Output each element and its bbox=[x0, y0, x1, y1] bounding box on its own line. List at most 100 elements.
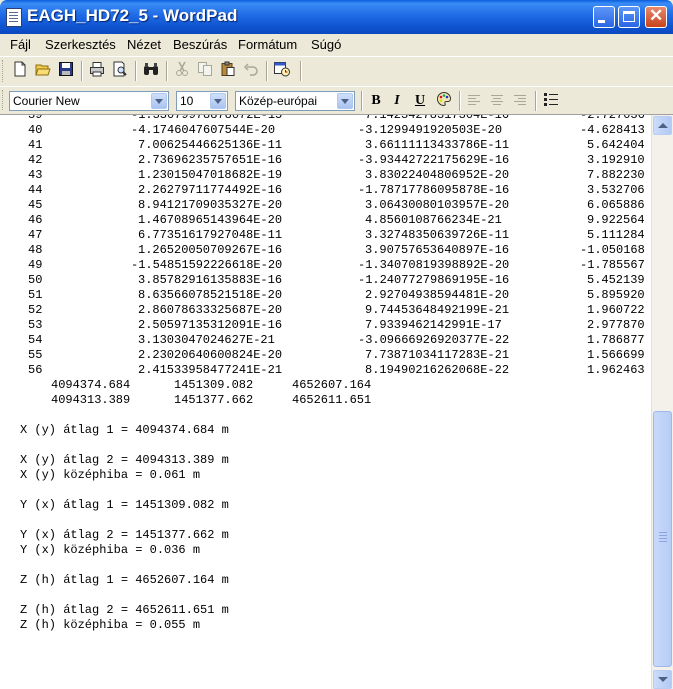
row-number: 39 bbox=[28, 115, 43, 122]
summary-line: Z (h) átlag 1 = 4652607.164 m bbox=[20, 573, 229, 587]
row-value-y: -3.93442722175629E-16 bbox=[358, 153, 510, 167]
row-number: 55 bbox=[28, 348, 43, 362]
data-row: 41 7.00625446625136E-11 3.66111113433786E-… bbox=[0, 138, 651, 153]
row-value-y: 3.32748350639726E-11 bbox=[365, 228, 510, 242]
find-button[interactable] bbox=[141, 61, 161, 81]
open-button[interactable] bbox=[33, 61, 53, 81]
row-value-y: 3.90757653640897E-16 bbox=[365, 243, 510, 257]
font-name-combo[interactable]: Courier New bbox=[9, 91, 169, 111]
align-center-icon[interactable] bbox=[491, 95, 503, 106]
summary-line: Z (h) átlag 2 = 4652611.651 m bbox=[20, 603, 229, 617]
menu-view[interactable]: Nézet bbox=[124, 36, 164, 53]
italic-button[interactable]: I bbox=[387, 91, 407, 111]
standard-toolbar bbox=[0, 56, 673, 87]
copy-icon bbox=[198, 62, 212, 76]
print-preview-button[interactable] bbox=[110, 61, 130, 81]
row-number: 46 bbox=[28, 213, 43, 227]
close-button[interactable]: ✕ bbox=[645, 6, 667, 28]
binoculars-icon bbox=[144, 63, 158, 75]
undo-icon bbox=[243, 63, 258, 76]
minimize-button[interactable] bbox=[593, 6, 615, 28]
scissors-icon bbox=[176, 61, 188, 76]
total-z: 4652607.164 bbox=[292, 378, 372, 392]
row-value-y: 9.74453648492199E-21 bbox=[365, 303, 510, 317]
total-x: 4094374.684 bbox=[51, 378, 131, 392]
chevron-down-icon[interactable] bbox=[151, 93, 167, 109]
row-value-x: 2.41533958477241E-21 bbox=[138, 363, 283, 377]
row-value-y: 2.92704938594481E-20 bbox=[365, 288, 510, 302]
row-value-z: 5.111284 bbox=[587, 228, 645, 242]
color-button[interactable] bbox=[434, 91, 454, 111]
row-value-y: 8.19490216262068E-22 bbox=[365, 363, 510, 377]
row-value-x: -4.1746047607544E-20 bbox=[131, 123, 276, 137]
chevron-down-icon[interactable] bbox=[210, 93, 226, 109]
toolbar-separator bbox=[361, 91, 363, 111]
menu-bar: Fájl Szerkesztés Nézet Beszúrás Formátum… bbox=[0, 34, 673, 55]
row-number: 47 bbox=[28, 228, 43, 242]
copy-button[interactable] bbox=[195, 61, 215, 81]
save-button[interactable] bbox=[56, 61, 76, 81]
toolbar-separator bbox=[459, 91, 461, 111]
menu-insert[interactable]: Beszúrás bbox=[170, 36, 230, 53]
data-row: 42 2.73696235757651E-16 -3.93442722175629E… bbox=[0, 153, 651, 168]
script-value: Közép-európai bbox=[239, 94, 318, 108]
row-value-y: -1.78717786095878E-16 bbox=[358, 183, 510, 197]
total-y: 1451377.662 bbox=[174, 393, 254, 407]
maximize-button[interactable] bbox=[618, 6, 640, 28]
vertical-scrollbar[interactable] bbox=[651, 115, 673, 689]
print-button[interactable] bbox=[87, 61, 107, 81]
cut-button[interactable] bbox=[172, 61, 192, 81]
row-number: 49 bbox=[28, 258, 43, 272]
scroll-up-arrow-icon[interactable] bbox=[653, 116, 672, 135]
toolbar-grip[interactable] bbox=[2, 90, 6, 110]
chevron-down-icon[interactable] bbox=[337, 93, 353, 109]
row-number: 44 bbox=[28, 183, 43, 197]
align-right-icon[interactable] bbox=[514, 95, 526, 106]
row-value-y: 3.83022404806952E-20 bbox=[365, 168, 510, 182]
row-number: 52 bbox=[28, 303, 43, 317]
title-bar[interactable]: EAGH_HD72_5 - WordPad ✕ bbox=[0, 0, 673, 34]
row-number: 51 bbox=[28, 288, 43, 302]
bold-button[interactable]: B bbox=[366, 91, 386, 111]
data-row: 51 8.63566078521518E-20 2.92704938594481E-… bbox=[0, 288, 651, 303]
toolbar-separator bbox=[300, 61, 302, 81]
toolbar-grip[interactable] bbox=[2, 60, 6, 82]
font-name-value: Courier New bbox=[13, 94, 80, 108]
data-row: 50 3.85782916135883E-16 -1.24077279869195E… bbox=[0, 273, 651, 288]
script-combo[interactable]: Közép-európai bbox=[235, 91, 355, 111]
bullets-button[interactable] bbox=[541, 91, 561, 111]
data-row: 49 -1.54851592226618E-20 -1.34070819398892… bbox=[0, 258, 651, 273]
row-value-z: 2.977870 bbox=[587, 318, 645, 332]
summary-line: X (y) középhiba = 0.061 m bbox=[20, 468, 201, 482]
data-row: 48 1.26520050709267E-16 3.90757653640897E-… bbox=[0, 243, 651, 258]
paste-button[interactable] bbox=[218, 61, 238, 81]
scrollbar-thumb[interactable] bbox=[653, 411, 672, 667]
insert-date-time-button[interactable] bbox=[272, 61, 292, 81]
row-number: 54 bbox=[28, 333, 43, 347]
row-value-x: 2.26279711774492E-16 bbox=[138, 183, 283, 197]
menu-edit[interactable]: Szerkesztés bbox=[42, 36, 119, 53]
row-value-y: -1.34070819398892E-20 bbox=[358, 258, 510, 272]
maximize-icon bbox=[623, 11, 635, 22]
align-left-icon[interactable] bbox=[468, 95, 480, 106]
font-size-combo[interactable]: 10 bbox=[176, 91, 228, 111]
data-row: 39 -1.33079978878072E-15 7.14234278317304E… bbox=[0, 115, 651, 123]
new-document-button[interactable] bbox=[10, 61, 30, 81]
row-value-y: -3.09666926920377E-22 bbox=[358, 333, 510, 347]
menu-format[interactable]: Formátum bbox=[235, 36, 300, 53]
new-document-icon bbox=[14, 61, 26, 77]
row-value-y: 7.9339462142991E-17 bbox=[365, 318, 502, 332]
underline-button[interactable]: U bbox=[410, 91, 430, 111]
row-value-z: -1.050168 bbox=[580, 243, 645, 257]
menu-file[interactable]: Fájl bbox=[7, 36, 34, 53]
totals-row: 4094313.389 1451377.662 4652611.651 bbox=[0, 393, 651, 408]
row-value-x: 1.26520050709267E-16 bbox=[138, 243, 283, 257]
row-value-y: 3.66111113433786E-11 bbox=[365, 138, 510, 152]
menu-help[interactable]: Súgó bbox=[308, 36, 344, 53]
scroll-down-arrow-icon[interactable] bbox=[653, 670, 672, 689]
undo-button[interactable] bbox=[241, 61, 261, 81]
document-text-area[interactable]: 39 -1.33079978878072E-15 7.14234278317304E… bbox=[0, 115, 651, 689]
row-value-x: 2.86078633325687E-20 bbox=[138, 303, 283, 317]
row-value-y: -3.1299491920503E-20 bbox=[358, 123, 503, 137]
wordpad-document-icon[interactable] bbox=[6, 8, 22, 27]
